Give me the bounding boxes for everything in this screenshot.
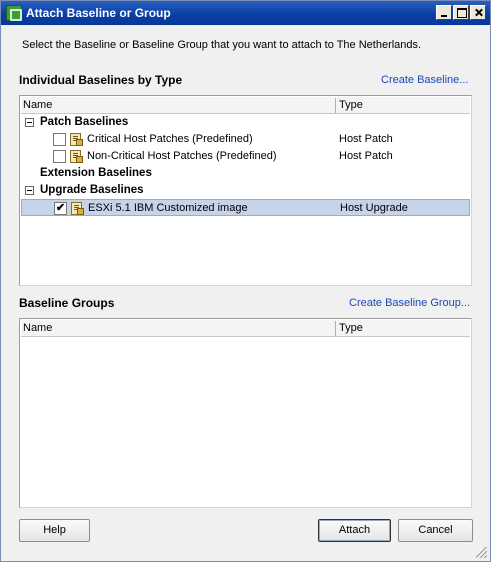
baseline-icon bbox=[68, 132, 84, 147]
help-button[interactable]: Help bbox=[19, 519, 90, 542]
collapse-toggle-icon[interactable] bbox=[25, 186, 34, 195]
baseline-name: Non-Critical Host Patches (Predefined) bbox=[87, 150, 277, 162]
baseline-name: ESXi 5.1 IBM Customized image bbox=[88, 202, 248, 214]
grid-header: Name Type bbox=[21, 320, 470, 337]
title-bar[interactable]: Attach Baseline or Group bbox=[1, 1, 490, 25]
baseline-row[interactable]: ✔ ESXi 5.1 IBM Customized image Host Upgra… bbox=[21, 199, 470, 216]
group-label: Patch Baselines bbox=[40, 116, 129, 128]
baseline-groups-grid: Name Type bbox=[19, 318, 472, 508]
baseline-type: Host Upgrade bbox=[340, 202, 408, 214]
baseline-icon bbox=[69, 201, 85, 216]
resize-grip-icon[interactable] bbox=[476, 547, 487, 558]
window-title: Attach Baseline or Group bbox=[26, 6, 171, 20]
baseline-icon bbox=[68, 149, 84, 164]
column-header-type[interactable]: Type bbox=[337, 321, 470, 336]
grid-header: Name Type bbox=[21, 97, 470, 114]
individual-baselines-grid: Name Type Patch Baselines Critical Host P… bbox=[19, 95, 472, 286]
cancel-button[interactable]: Cancel bbox=[398, 519, 473, 542]
group-label: Extension Baselines bbox=[40, 167, 152, 179]
create-baseline-link[interactable]: Create Baseline... bbox=[381, 74, 468, 86]
create-baseline-group-link[interactable]: Create Baseline Group... bbox=[349, 297, 470, 309]
attach-baseline-dialog: Attach Baseline or Group Select the Base… bbox=[0, 0, 491, 562]
individual-baselines-title: Individual Baselines by Type bbox=[19, 73, 183, 87]
baseline-type: Host Patch bbox=[339, 150, 393, 162]
minimize-button[interactable] bbox=[436, 5, 452, 20]
maximize-button[interactable] bbox=[453, 5, 469, 20]
baseline-name: Critical Host Patches (Predefined) bbox=[87, 133, 253, 145]
baseline-groups-title: Baseline Groups bbox=[19, 296, 115, 310]
instruction-text: Select the Baseline or Baseline Group th… bbox=[22, 39, 422, 51]
close-button[interactable] bbox=[470, 5, 486, 20]
baseline-checkbox[interactable] bbox=[53, 133, 66, 146]
baseline-row[interactable]: Critical Host Patches (Predefined) Host P… bbox=[21, 131, 470, 148]
baseline-checkbox[interactable] bbox=[53, 150, 66, 163]
tree-group-row[interactable]: Patch Baselines bbox=[21, 114, 470, 131]
column-header-type[interactable]: Type bbox=[337, 98, 470, 113]
collapse-toggle-icon[interactable] bbox=[25, 118, 34, 127]
baseline-type: Host Patch bbox=[339, 133, 393, 145]
baseline-checkbox[interactable]: ✔ bbox=[54, 202, 67, 215]
group-label: Upgrade Baselines bbox=[40, 184, 144, 196]
baseline-row[interactable]: Non-Critical Host Patches (Predefined) Ho… bbox=[21, 148, 470, 165]
column-header-name[interactable]: Name bbox=[21, 321, 336, 336]
tree-group-row[interactable]: Upgrade Baselines bbox=[21, 182, 470, 199]
attach-button[interactable]: Attach bbox=[318, 519, 391, 542]
tree-group-row[interactable]: Extension Baselines bbox=[21, 165, 470, 182]
vsphere-app-icon bbox=[6, 5, 22, 21]
column-header-name[interactable]: Name bbox=[21, 98, 336, 113]
